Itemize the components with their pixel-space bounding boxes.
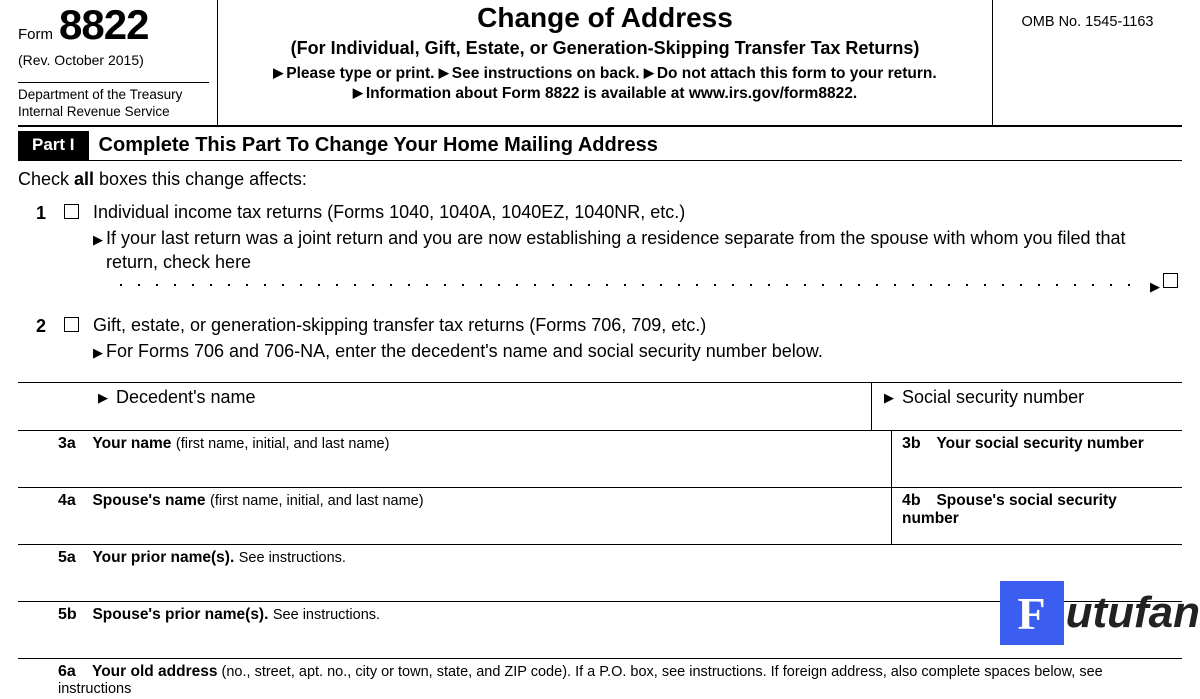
- omb-box: OMB No. 1545-1163: [992, 0, 1182, 125]
- header-left: Form 8822 (Rev. October 2015) Department…: [18, 0, 218, 125]
- item-1-number: 1: [36, 200, 64, 225]
- field-3b[interactable]: 3b Your social security number: [892, 431, 1182, 487]
- field-5a-num: 5a: [58, 549, 88, 567]
- field-6a-label: Your old address: [92, 663, 217, 680]
- decedent-name-cell[interactable]: ▶ Decedent's name: [18, 383, 872, 430]
- field-5a-hint: See instructions.: [239, 550, 346, 566]
- field-3a[interactable]: 3a Your name (first name, initial, and l…: [18, 431, 892, 487]
- field-5b-hint: See instructions.: [273, 607, 380, 623]
- watermark-text: utufan: [1066, 588, 1200, 638]
- field-5a-label: Your prior name(s).: [92, 549, 234, 566]
- item-2: 2 Gift, estate, or generation-skipping t…: [36, 313, 1182, 364]
- omb-number: OMB No. 1545-1163: [1022, 14, 1154, 30]
- item-1: 1 Individual income tax returns (Forms 1…: [36, 200, 1182, 295]
- triangle-icon: ▶: [98, 390, 108, 406]
- item-2-subtext: For Forms 706 and 706-NA, enter the dece…: [106, 339, 823, 363]
- item-2-number: 2: [36, 313, 64, 338]
- field-3a-num: 3a: [58, 435, 88, 453]
- field-3b-label: Your social security number: [936, 435, 1143, 452]
- header-center: Change of Address (For Individual, Gift,…: [218, 0, 992, 125]
- watermark-logo: F utufan: [1000, 581, 1200, 645]
- part-badge: Part I: [18, 131, 89, 160]
- form-number: 8822: [59, 4, 148, 46]
- decedent-name-label: Decedent's name: [116, 387, 256, 407]
- field-3b-num: 3b: [902, 435, 932, 453]
- checkbox-separate-residence[interactable]: [1163, 273, 1178, 288]
- item-2-label: Gift, estate, or generation-skipping tra…: [93, 313, 1178, 337]
- field-4a-label: Spouse's name: [92, 492, 205, 509]
- field-6a[interactable]: 6a Your old address (no., street, apt. n…: [18, 658, 1182, 699]
- dept-line1: Department of the Treasury: [18, 87, 209, 104]
- triangle-icon: ▶: [273, 65, 283, 81]
- form-header: Form 8822 (Rev. October 2015) Department…: [18, 0, 1182, 127]
- instructions-line2: ▶Information about Form 8822 is availabl…: [353, 85, 857, 103]
- field-4a-num: 4a: [58, 492, 88, 510]
- check-instruction: Check all boxes this change affects:: [18, 169, 1182, 190]
- field-6a-num: 6a: [58, 663, 88, 681]
- field-4b-num: 4b: [902, 492, 932, 510]
- field-4a-hint: (first name, initial, and last name): [210, 493, 424, 509]
- triangle-icon: ▶: [1150, 278, 1160, 296]
- field-4a[interactable]: 4a Spouse's name (first name, initial, a…: [18, 488, 892, 544]
- row-3: 3a Your name (first name, initial, and l…: [18, 430, 1182, 487]
- form-word: Form: [18, 26, 53, 43]
- triangle-icon: ▶: [353, 85, 363, 101]
- form-subtitle: (For Individual, Gift, Estate, or Genera…: [291, 38, 920, 59]
- instructions-line1: ▶Please type or print. ▶See instructions…: [273, 65, 936, 83]
- form-title: Change of Address: [477, 2, 733, 34]
- watermark-logo-box: F: [1000, 581, 1064, 645]
- decedent-ssn-cell[interactable]: ▶ Social security number: [872, 383, 1182, 430]
- field-4b[interactable]: 4b Spouse's social security number: [892, 488, 1182, 544]
- item-1-subtext: If your last return was a joint return a…: [106, 226, 1178, 275]
- triangle-icon: ▶: [644, 65, 654, 81]
- dotted-leader: [112, 273, 1144, 291]
- part-title: Complete This Part To Change Your Home M…: [89, 131, 668, 160]
- checkbox-item-2[interactable]: [64, 317, 79, 332]
- item-1-label: Individual income tax returns (Forms 104…: [93, 200, 1178, 224]
- decedent-ssn-label: Social security number: [902, 387, 1084, 407]
- field-3a-hint: (first name, initial, and last name): [176, 436, 390, 452]
- triangle-icon: ▶: [439, 65, 449, 81]
- decedent-row: ▶ Decedent's name ▶ Social security numb…: [18, 382, 1182, 430]
- row-4: 4a Spouse's name (first name, initial, a…: [18, 487, 1182, 544]
- part-header: Part I Complete This Part To Change Your…: [18, 131, 1182, 161]
- checkbox-item-1[interactable]: [64, 204, 79, 219]
- field-3a-label: Your name: [92, 435, 171, 452]
- field-4b-label: Spouse's social security number: [902, 492, 1117, 527]
- revision-date: (Rev. October 2015): [18, 52, 209, 68]
- triangle-icon: ▶: [93, 344, 103, 362]
- triangle-icon: ▶: [884, 390, 894, 406]
- department: Department of the Treasury Internal Reve…: [18, 82, 209, 121]
- triangle-icon: ▶: [93, 231, 103, 249]
- dept-line2: Internal Revenue Service: [18, 104, 209, 121]
- field-5b-label: Spouse's prior name(s).: [92, 606, 268, 623]
- field-5b-num: 5b: [58, 606, 88, 624]
